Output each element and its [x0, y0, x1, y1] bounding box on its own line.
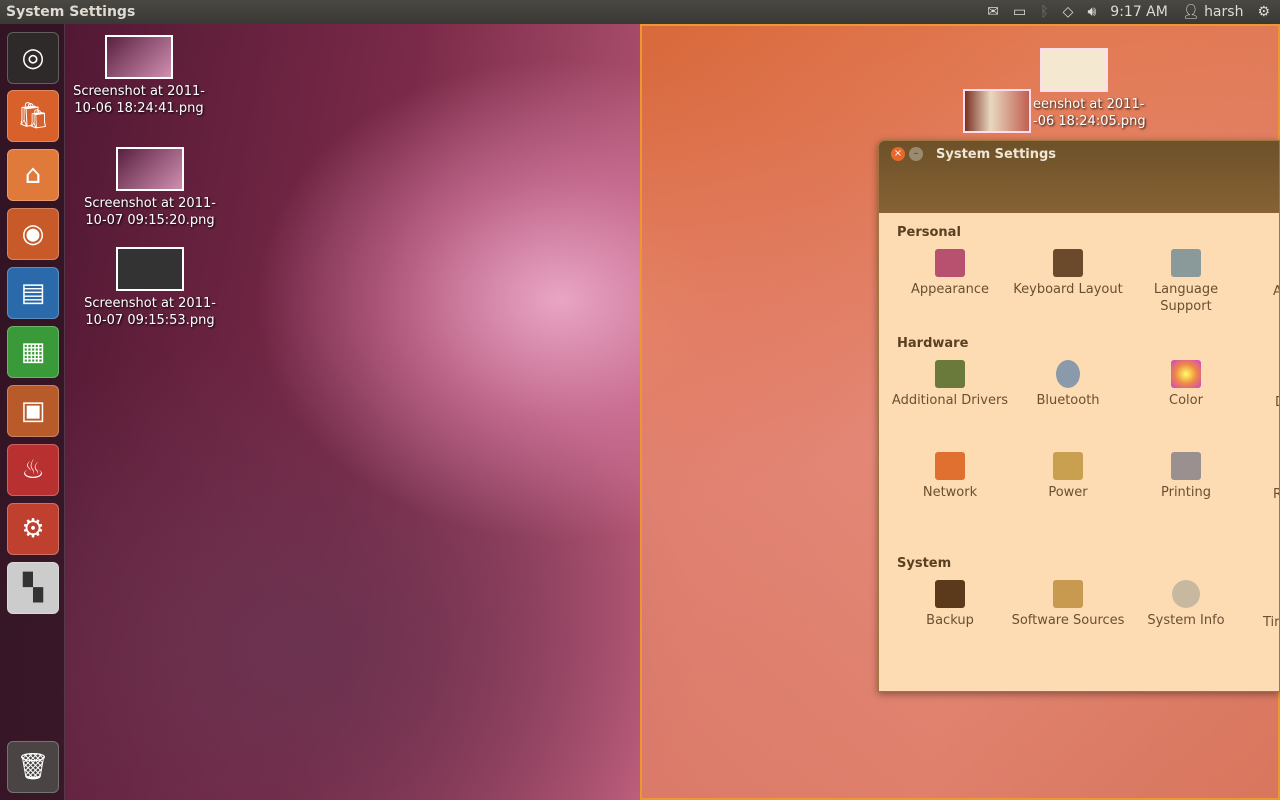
volume-icon[interactable]: 🔊︎	[1087, 4, 1096, 20]
home-folder-icon[interactable]: ⌂	[7, 149, 59, 201]
top-panel: System Settings ✉ ▭ ᛒ ◇ 🔊︎ 9:17 AM 👤︎ ha…	[0, 0, 1280, 24]
thumbnail-icon	[116, 147, 184, 191]
window-title: System Settings	[936, 147, 1057, 162]
calc-icon[interactable]: ▦	[7, 326, 59, 378]
close-button[interactable]: ×	[891, 147, 905, 161]
workspace-switcher-icon[interactable]: ▚	[7, 562, 59, 614]
active-app-title: System Settings	[6, 4, 136, 20]
printer-icon	[1171, 452, 1201, 480]
user-menu[interactable]: 👤︎ harsh	[1182, 4, 1244, 20]
system-settings-window: × – System Settings Personal Appearance …	[878, 140, 1280, 692]
item-keyboard-layout[interactable]: Keyboard Layout	[1009, 249, 1127, 298]
launcher: ◎ 🛍︎ ⌂ ◉ ▤ ▦ ▣ ♨ ⚙ ▚ 🗑︎	[0, 24, 65, 800]
desktop-file[interactable]: Screenshot at 2011- 10-06 18:24:41.png	[69, 35, 209, 117]
drivers-icon	[935, 360, 965, 388]
desktop-file[interactable]: eenshot at 2011- -06 18:24:05.png	[1033, 96, 1163, 130]
thumbnail-icon	[1040, 48, 1108, 92]
backup-icon	[935, 580, 965, 608]
burner-icon[interactable]: ♨	[7, 444, 59, 496]
ubuntu-dash-icon[interactable]: ◎	[7, 32, 59, 84]
window-titlebar[interactable]: × – System Settings	[879, 141, 1279, 213]
item-additional-drivers[interactable]: Additional Drivers	[891, 360, 1009, 409]
appearance-icon	[935, 249, 965, 277]
wifi-icon[interactable]: ◇	[1063, 4, 1074, 20]
software-center-icon[interactable]: 🛍︎	[7, 90, 59, 142]
power-gear-icon[interactable]: ⚙	[1257, 4, 1270, 20]
thumbnail-icon	[963, 89, 1031, 133]
language-icon	[1171, 249, 1201, 277]
item-language-support[interactable]: Language Support	[1127, 249, 1245, 315]
writer-icon[interactable]: ▤	[7, 267, 59, 319]
software-sources-icon	[1053, 580, 1083, 608]
mail-icon[interactable]: ✉	[987, 4, 999, 20]
item-power[interactable]: Power	[1009, 452, 1127, 501]
item-partial[interactable]: D	[1245, 394, 1279, 411]
item-network[interactable]: Network	[891, 452, 1009, 501]
section-system: System	[897, 556, 952, 571]
section-personal: Personal	[897, 225, 961, 240]
item-color[interactable]: Color	[1127, 360, 1245, 409]
item-backup[interactable]: Backup	[891, 580, 1009, 629]
desktop-file[interactable]: Screenshot at 2011- 10-07 09:15:20.png	[80, 147, 220, 229]
system-info-icon	[1172, 580, 1200, 608]
item-system-info[interactable]: System Info	[1127, 580, 1245, 629]
item-software-sources[interactable]: Software Sources	[1009, 580, 1127, 629]
item-appearance[interactable]: Appearance	[891, 249, 1009, 298]
item-partial[interactable]: A	[1245, 283, 1279, 300]
desktop-file[interactable]: Screenshot at 2011- 10-07 09:15:53.png	[80, 247, 220, 329]
power-icon	[1053, 452, 1083, 480]
trash-icon[interactable]: 🗑︎	[7, 741, 59, 793]
firefox-icon[interactable]: ◉	[7, 208, 59, 260]
item-bluetooth[interactable]: Bluetooth	[1009, 360, 1127, 409]
user-icon: 👤︎	[1181, 4, 1200, 20]
thumbnail-icon	[105, 35, 173, 79]
bluetooth-icon[interactable]: ᛒ	[1040, 4, 1048, 20]
impress-icon[interactable]: ▣	[7, 385, 59, 437]
color-icon	[1171, 360, 1201, 388]
item-partial[interactable]: Re	[1245, 486, 1279, 503]
bluetooth-icon	[1056, 360, 1080, 388]
battery-icon[interactable]: ▭	[1013, 4, 1026, 20]
system-settings-icon[interactable]: ⚙	[7, 503, 59, 555]
keyboard-icon	[1053, 249, 1083, 277]
item-printing[interactable]: Printing	[1127, 452, 1245, 501]
item-partial[interactable]: Tir	[1245, 614, 1279, 631]
network-icon	[935, 452, 965, 480]
thumbnail-icon	[116, 247, 184, 291]
section-hardware: Hardware	[897, 336, 969, 351]
minimize-button[interactable]: –	[909, 147, 923, 161]
clock[interactable]: 9:17 AM	[1110, 4, 1168, 20]
